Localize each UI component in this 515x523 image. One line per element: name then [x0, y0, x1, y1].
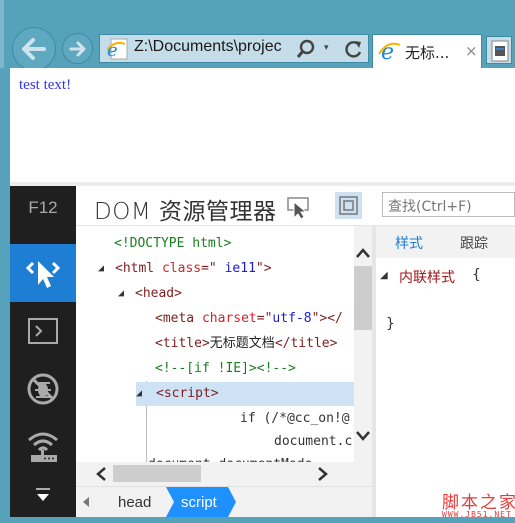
network-icon: [28, 432, 58, 462]
console-icon: [28, 318, 58, 344]
code-text: document.c: [274, 434, 353, 449]
dom-horizontal-scrollbar[interactable]: [76, 462, 372, 486]
frame-icon: [339, 196, 358, 215]
dom-explorer-header: DOM 资源管理器 查找(Ctrl+F): [76, 186, 515, 226]
code-line: document.c: [274, 430, 352, 454]
arrow-right-icon: [69, 41, 85, 56]
breadcrumb-head[interactable]: head: [118, 494, 151, 511]
dom-vertical-scrollbar[interactable]: [354, 226, 372, 462]
vertical-scroll-thumb[interactable]: [354, 266, 372, 330]
panel-title: DOM 资源管理器: [94, 199, 277, 225]
breadcrumb: head script: [76, 486, 372, 517]
tag-name: <title>: [155, 336, 210, 351]
title-text: 无标题文档: [209, 336, 275, 351]
tag-close: "></: [311, 311, 343, 326]
window-bottom-border: [10, 517, 515, 523]
attr-name: class: [161, 261, 202, 276]
devtools-sidebar: F12: [10, 186, 76, 523]
refresh-icon[interactable]: [344, 39, 364, 63]
horizontal-scroll-thumb[interactable]: [113, 465, 201, 482]
close-tab-icon[interactable]: ×: [465, 42, 478, 60]
chevron-down-icon: [36, 488, 50, 501]
dom-explorer-icon: [25, 261, 61, 288]
f12-label: F12: [28, 198, 58, 217]
tab-active[interactable]: e 无标... ×: [372, 34, 482, 68]
tool-more[interactable]: [10, 476, 76, 516]
chevron-down-icon[interactable]: ▾: [324, 43, 329, 53]
tab-title: 无标...: [405, 44, 450, 62]
dom-tree: <!DOCTYPE html> ◢ <html class=" ie11"> ◢…: [76, 226, 354, 462]
address-bar[interactable]: e Z:\Documents\projec ▾: [99, 34, 369, 63]
dom-node-comment[interactable]: <!--[if !IE]><!-->: [155, 357, 296, 381]
attr-name: charset: [201, 311, 257, 326]
attr-value: utf-8: [272, 311, 312, 326]
tag-close: </title>: [274, 336, 338, 351]
tag-name: <html: [115, 261, 155, 276]
attr-value: ie11: [216, 261, 256, 276]
dom-node-html[interactable]: ◢ <html class=" ie11">: [98, 257, 272, 281]
tool-dom-explorer[interactable]: [10, 244, 76, 302]
brace-close: }: [386, 316, 395, 332]
expand-triangle-icon[interactable]: ◢: [98, 257, 104, 281]
tool-debugger[interactable]: [10, 360, 76, 418]
brace-open: {: [472, 267, 481, 283]
code-text: if (/*@cc_on!@: [240, 411, 350, 426]
select-element-icon[interactable]: [287, 197, 311, 223]
code-line: if (/*@cc_on!@: [240, 407, 350, 431]
comment-text: <!--[if !IE]><!-->: [155, 361, 296, 376]
tool-network[interactable]: [10, 418, 76, 476]
arrow-left-icon: [22, 38, 46, 60]
forward-button[interactable]: [62, 33, 93, 64]
scroll-down-icon[interactable]: [356, 431, 370, 441]
dom-node-doctype[interactable]: <!DOCTYPE html>: [114, 232, 231, 256]
styles-pane: 样式 跟踪 ◢ 内联样式 { } 脚本之家 WWW.JB51.NET: [376, 226, 515, 519]
find-placeholder: 查找(Ctrl+F): [388, 199, 472, 215]
attr-eq: =": [256, 311, 273, 326]
breadcrumb-script[interactable]: script: [181, 494, 217, 511]
page-text: test text!: [19, 77, 72, 93]
tag-name: <script>: [154, 382, 354, 406]
dom-node-head[interactable]: ◢ <head>: [118, 282, 182, 306]
address-text[interactable]: Z:\Documents\projec: [134, 38, 282, 56]
tab-styles[interactable]: 样式: [395, 233, 423, 253]
tag-name: <meta: [155, 311, 195, 326]
expand-triangle-icon[interactable]: ◢: [118, 282, 124, 306]
code-line: document.documentMode: [148, 453, 312, 462]
new-tab-button[interactable]: [486, 36, 512, 64]
layout-toggle-button[interactable]: [335, 192, 362, 219]
scroll-up-icon[interactable]: [356, 248, 370, 258]
find-input[interactable]: 查找(Ctrl+F): [382, 192, 515, 217]
attr-eq: =": [201, 261, 217, 276]
expand-triangle-icon[interactable]: ◢: [136, 382, 142, 406]
tool-console[interactable]: [10, 302, 76, 360]
inline-style-label: 内联样式: [399, 270, 455, 286]
dom-node-script-selected[interactable]: ◢ <script>: [136, 382, 354, 406]
tag-close: ">: [255, 261, 272, 276]
debugger-bug-icon: [27, 373, 59, 405]
styles-tabbar: 样式 跟踪: [376, 226, 515, 258]
search-icon[interactable]: [296, 39, 316, 63]
breadcrumb-back-icon[interactable]: [82, 497, 90, 507]
expand-triangle-icon[interactable]: ◢: [380, 270, 388, 281]
page-content: test text!: [10, 68, 515, 182]
ie-page-icon: e: [105, 38, 129, 64]
scroll-left-icon[interactable]: [96, 467, 106, 481]
tag-name: <head>: [135, 286, 182, 301]
doctype-text: <!DOCTYPE html>: [114, 236, 232, 251]
back-button[interactable]: [12, 27, 56, 71]
dom-node-title[interactable]: <title>无标题文档</title>: [155, 332, 337, 356]
ie-icon: e: [378, 40, 402, 66]
scroll-right-icon[interactable]: [318, 467, 328, 481]
page-thumbnail-icon: [491, 40, 509, 62]
dom-node-meta[interactable]: <meta charset="utf-8"></: [155, 307, 343, 331]
tab-trace[interactable]: 跟踪: [460, 233, 488, 253]
